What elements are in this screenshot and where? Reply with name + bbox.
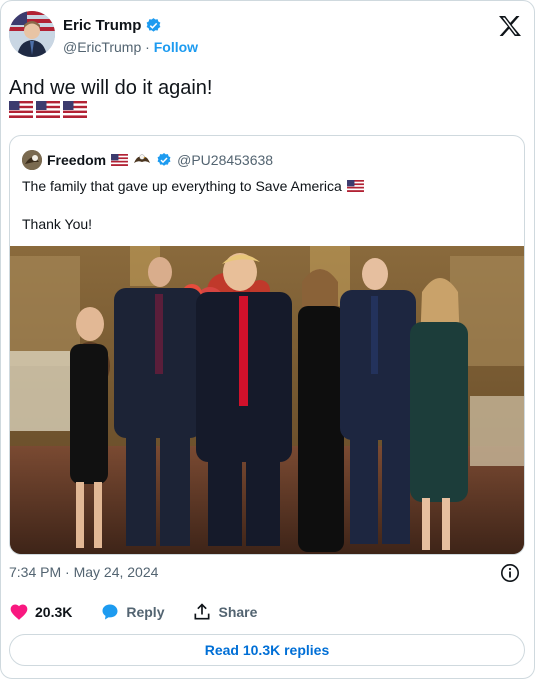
verified-badge-icon — [146, 18, 161, 32]
tweet-card: Eric Trump @EricTrump · Follow And we wi… — [0, 0, 535, 679]
reply-label: Reply — [126, 604, 165, 620]
us-flag-icon — [63, 101, 87, 118]
tweet-header: Eric Trump @EricTrump · Follow — [9, 11, 524, 63]
reply-button[interactable]: Reply — [100, 602, 164, 622]
quoted-header: Freedom @PU28453638 — [22, 150, 273, 170]
us-flag-icon — [346, 180, 364, 192]
read-replies-button[interactable]: Read 10.3K replies — [9, 634, 525, 666]
us-flag-icon — [111, 154, 129, 166]
us-flag-icon — [36, 101, 60, 118]
author-display-name[interactable]: Eric Trump — [63, 17, 141, 34]
quoted-text: The family that gave up everything to Sa… — [22, 178, 342, 194]
author-avatar[interactable] — [9, 11, 55, 57]
tweet-actions: 20.3K Reply Share — [9, 602, 285, 622]
follow-button[interactable]: Follow — [154, 39, 198, 55]
family-photo[interactable] — [10, 246, 524, 554]
quoted-handle: @PU28453638 — [177, 152, 274, 168]
us-flag-icon — [9, 101, 33, 118]
heart-icon — [10, 604, 28, 620]
separator-dot: · — [145, 39, 150, 55]
share-icon — [194, 603, 210, 620]
share-button[interactable]: Share — [192, 602, 257, 622]
like-button[interactable]: 20.3K — [9, 602, 72, 622]
tweet-timestamp[interactable]: 7:34 PM · May 24, 2024 — [9, 564, 158, 580]
tweet-text: And we will do it again! — [9, 77, 213, 99]
quoted-avatar — [22, 150, 42, 170]
flag-emoji-row — [9, 101, 87, 118]
author-name-row: Eric Trump — [63, 17, 162, 34]
verified-badge-icon — [157, 153, 171, 166]
author-handle-row: @EricTrump · Follow — [63, 39, 198, 55]
quoted-text-line1: The family that gave up everything to Sa… — [22, 178, 364, 194]
eagle-icon — [134, 154, 151, 163]
quoted-text-line2: Thank You! — [22, 216, 93, 232]
info-icon[interactable] — [500, 563, 520, 583]
quoted-display-name: Freedom — [47, 152, 107, 168]
share-label: Share — [218, 604, 258, 620]
author-handle[interactable]: @EricTrump — [63, 39, 141, 55]
like-count: 20.3K — [35, 604, 73, 620]
x-logo-icon[interactable] — [498, 15, 522, 37]
reply-bubble-icon — [102, 604, 118, 620]
quoted-tweet[interactable]: Freedom @PU28453638 The family that gave… — [9, 135, 525, 555]
